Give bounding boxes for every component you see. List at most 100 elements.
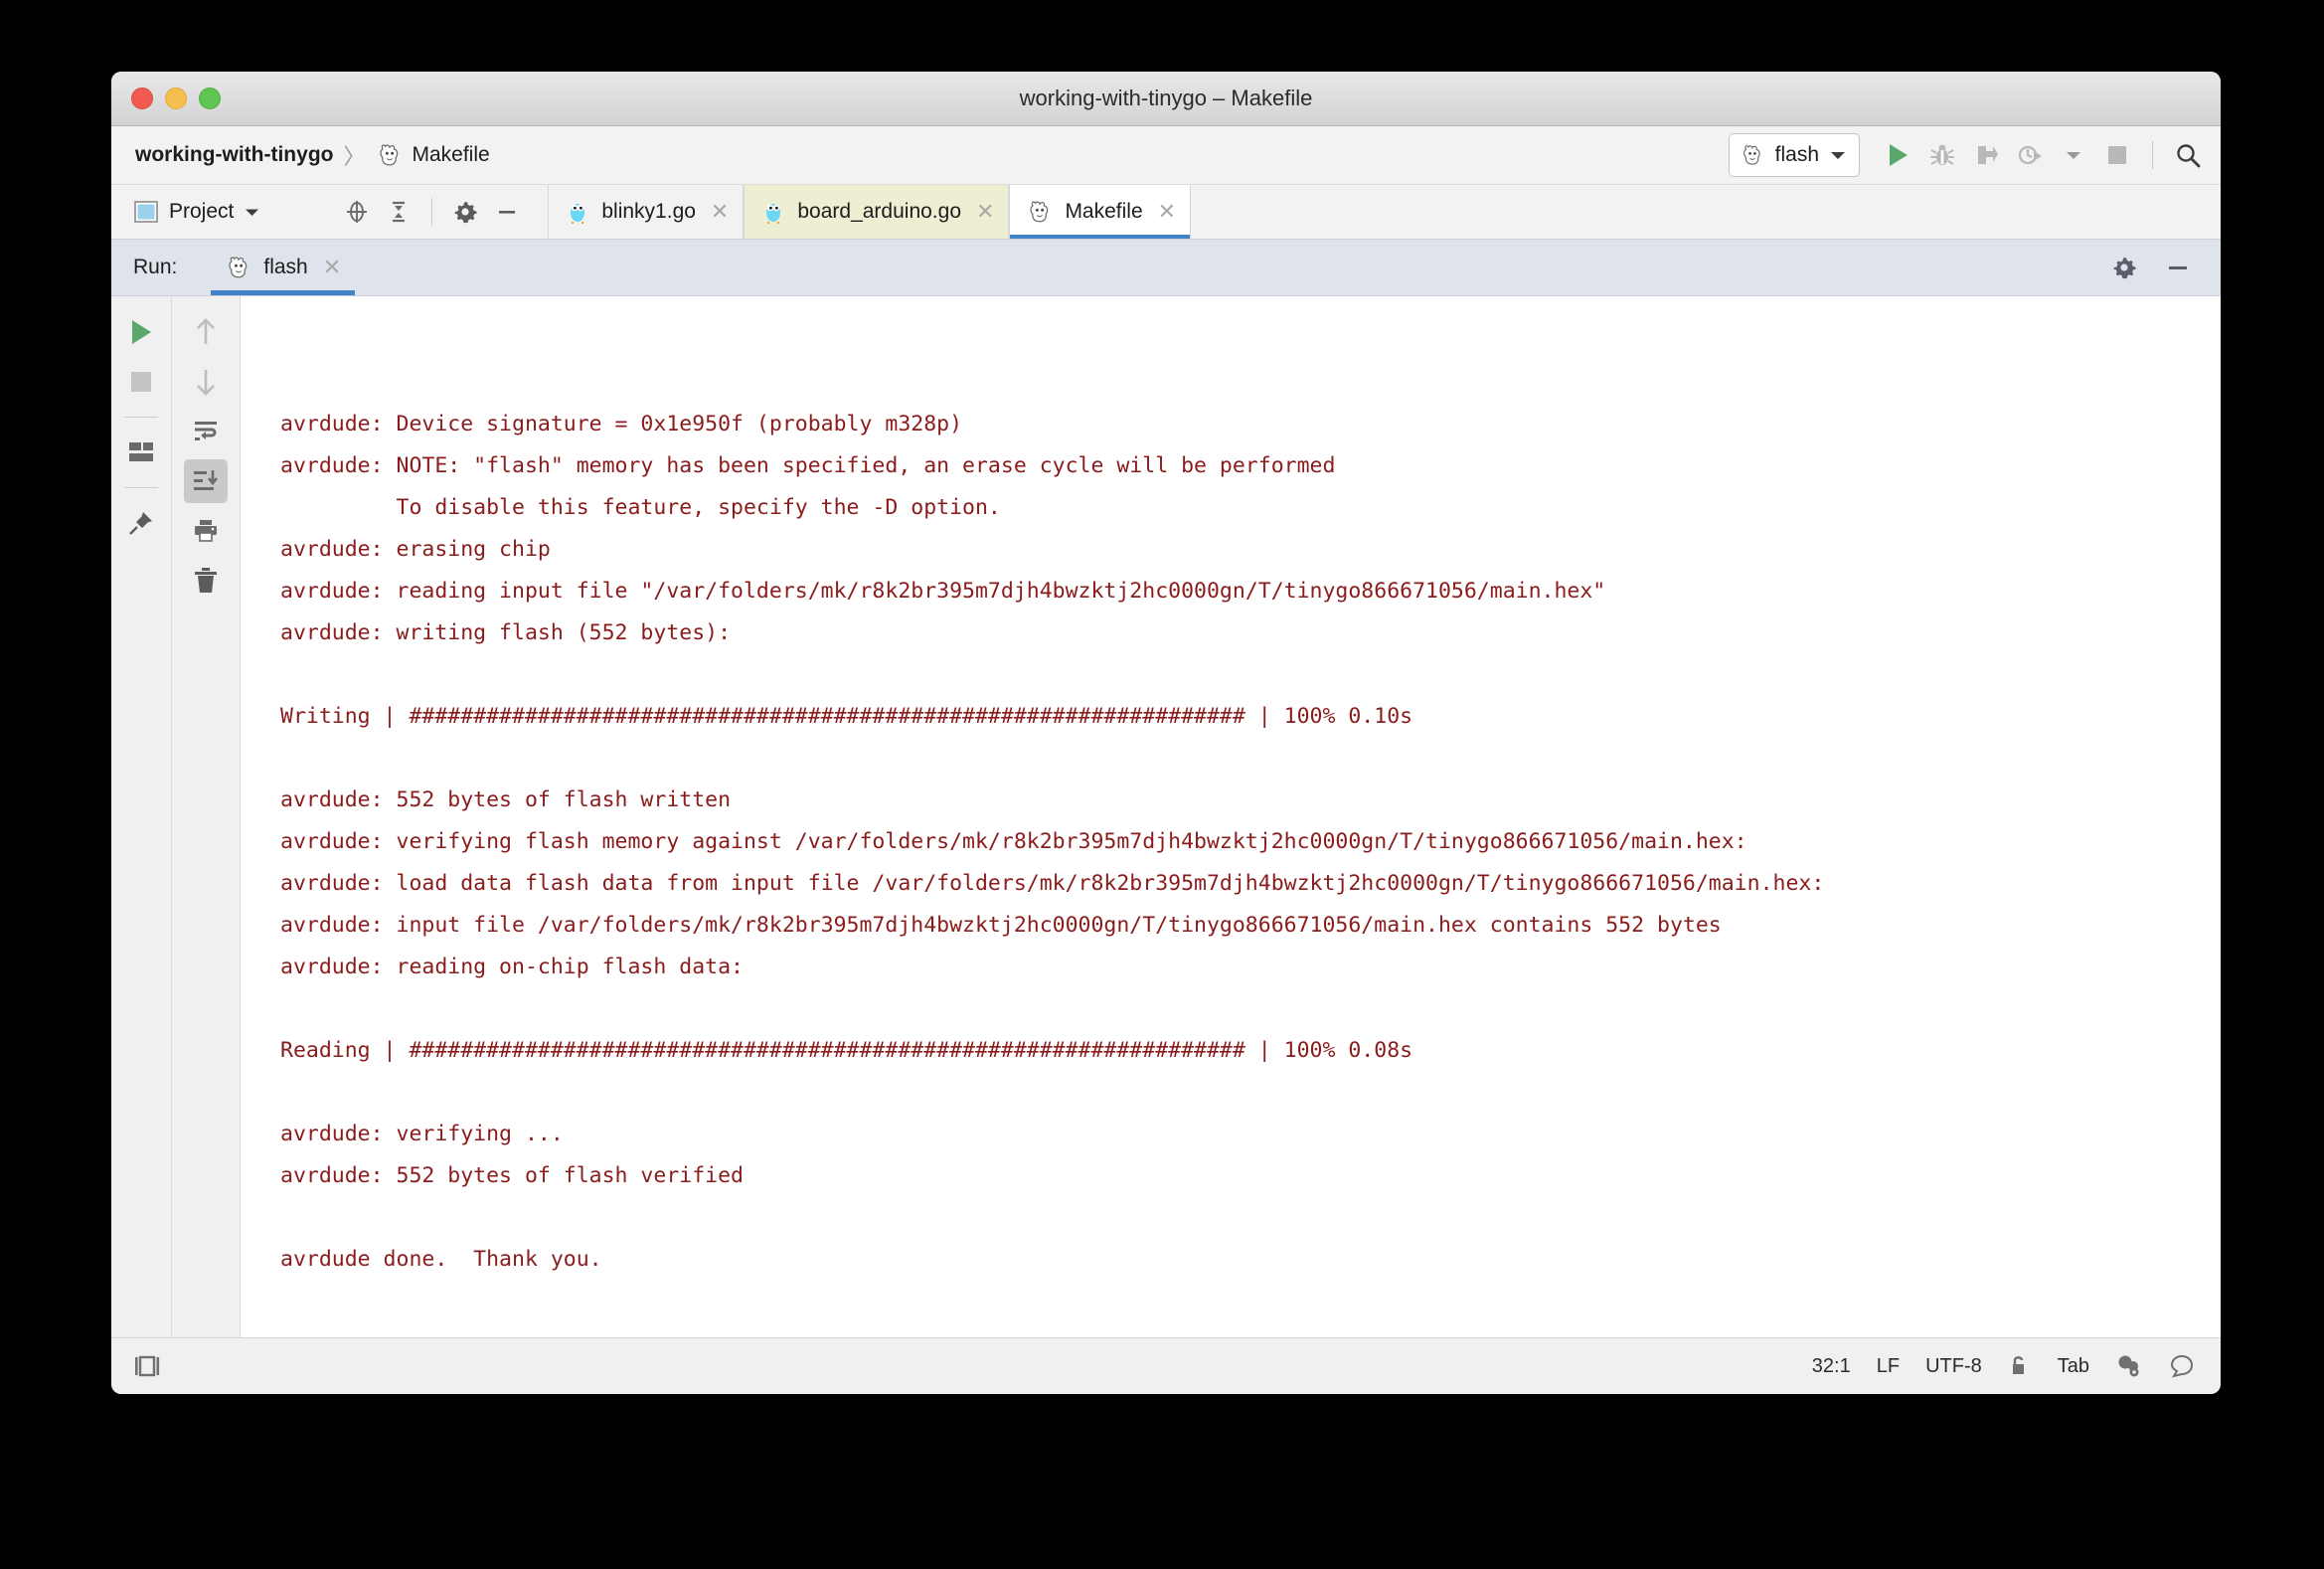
project-toolbar	[278, 185, 526, 239]
pin-tab-button[interactable]	[119, 501, 163, 545]
console-line: avrdude: Device signature = 0x1e950f (pr…	[280, 412, 963, 436]
file-tab-label: blinky1.go	[601, 200, 696, 223]
console-line: Writing | ##############################…	[280, 704, 1413, 729]
console-line: avrdude: verifying flash memory against …	[280, 829, 1747, 854]
play-icon	[1887, 142, 1910, 168]
layout-button[interactable]	[119, 431, 163, 474]
search-everywhere-button[interactable]	[2169, 136, 2207, 174]
traffic-lights	[131, 87, 221, 109]
run-settings-button[interactable]	[2105, 249, 2143, 286]
gnu-icon	[1026, 198, 1054, 226]
hide-panel-icon	[2165, 255, 2191, 280]
project-tool-window-button[interactable]: Project	[111, 185, 278, 239]
chevron-down-icon	[2065, 149, 2082, 161]
inspections-icon[interactable]	[2169, 1353, 2195, 1379]
unlocked-icon[interactable]	[2008, 1353, 2032, 1379]
scroll-to-end-button[interactable]	[184, 459, 228, 503]
close-icon[interactable]: ✕	[976, 201, 994, 223]
hide-project-button[interactable]	[488, 193, 526, 231]
file-tabs: blinky1.go ✕ board_arduino.go ✕ Makefile…	[548, 185, 1192, 239]
file-tab-blinky1-go[interactable]: blinky1.go ✕	[548, 185, 745, 239]
console-lines: avrdude: Device signature = 0x1e950f (pr…	[280, 404, 2221, 1337]
file-tab-makefile[interactable]: Makefile ✕	[1009, 185, 1192, 239]
clear-all-button[interactable]	[184, 559, 228, 603]
file-encoding[interactable]: UTF-8	[1925, 1355, 1982, 1378]
profile-button[interactable]	[2011, 136, 2049, 174]
console-line: avrdude: writing flash (552 bytes):	[280, 620, 732, 645]
status-bar-right: 32:1 LF UTF-8 Tab	[1812, 1353, 2195, 1379]
trash-icon	[193, 567, 219, 595]
toolbar-divider	[2152, 141, 2153, 169]
stop-button[interactable]	[2098, 136, 2136, 174]
close-icon[interactable]: ✕	[711, 201, 729, 223]
run-button[interactable]	[1880, 136, 1917, 174]
toggle-tool-windows-button[interactable]	[133, 1353, 161, 1379]
stop-square-icon	[2105, 143, 2129, 167]
rerun-button[interactable]	[119, 310, 163, 354]
collapse-all-button[interactable]	[380, 193, 417, 231]
locate-button[interactable]	[338, 193, 376, 231]
project-toolbar-divider	[431, 198, 433, 226]
title-bar: working-with-tinygo – Makefile	[111, 72, 2221, 126]
line-separator[interactable]: LF	[1877, 1355, 1900, 1378]
console-line: avrdude: NOTE: "flash" memory has been s…	[280, 453, 1336, 478]
console-line: avrdude done. Thank you.	[280, 1247, 602, 1272]
console-line: avrdude: reading on-chip flash data:	[280, 955, 744, 979]
print-button[interactable]	[184, 509, 228, 553]
up-button[interactable]	[184, 310, 228, 354]
navigation-bar: working-with-tinygo 〉 Makefile flash	[111, 126, 2221, 185]
caret-position[interactable]: 32:1	[1812, 1355, 1851, 1378]
zoom-button[interactable]	[199, 87, 221, 109]
debug-button[interactable]	[1923, 136, 1961, 174]
go-gopher-icon	[760, 199, 786, 225]
file-tab-label: Makefile	[1065, 200, 1143, 223]
down-button[interactable]	[184, 360, 228, 404]
run-tool-window-header: Run: flash ✕	[111, 240, 2221, 296]
toolbar-divider	[124, 487, 158, 488]
arrow-up-icon	[193, 317, 219, 347]
collapse-all-icon	[386, 199, 412, 225]
breadcrumb-project[interactable]: working-with-tinygo	[135, 143, 333, 167]
locate-icon	[344, 199, 370, 225]
project-window-icon	[133, 199, 159, 225]
run-panel-label: Run:	[133, 256, 178, 278]
console-line: avrdude: verifying ...	[280, 1122, 564, 1146]
gnu-icon	[225, 254, 252, 281]
console-line: avrdude: reading input file "/var/folder…	[280, 579, 1606, 604]
hide-run-panel-button[interactable]	[2159, 249, 2197, 286]
close-icon[interactable]: ✕	[1158, 201, 1176, 223]
profile-dropdown-button[interactable]	[2055, 136, 2092, 174]
run-tab-label: flash	[263, 256, 308, 278]
soft-wrap-icon	[192, 419, 220, 444]
breadcrumb-file[interactable]: Makefile	[413, 143, 490, 167]
gnu-icon	[1740, 142, 1765, 168]
close-icon[interactable]: ✕	[323, 257, 341, 278]
go-gopher-icon	[565, 199, 590, 225]
close-button[interactable]	[131, 87, 153, 109]
stop-process-button[interactable]	[119, 360, 163, 404]
run-header-actions	[2105, 240, 2221, 295]
soft-wrap-button[interactable]	[184, 410, 228, 453]
layout-icon	[128, 441, 154, 463]
project-settings-button[interactable]	[446, 193, 484, 231]
printer-icon	[192, 518, 220, 544]
navbar-actions: flash	[1728, 133, 2207, 177]
file-tab-board-arduino-go[interactable]: board_arduino.go ✕	[744, 185, 1010, 239]
run-tab-flash[interactable]: flash ✕	[211, 240, 355, 295]
toolbar-divider	[124, 417, 158, 418]
minimize-button[interactable]	[165, 87, 187, 109]
editor-tab-bar: Project blinky1.go ✕ board_arduino.go ✕ …	[111, 185, 2221, 240]
coverage-icon	[1973, 142, 1999, 168]
run-configuration-selector[interactable]: flash	[1728, 133, 1860, 177]
gear-icon	[452, 199, 478, 225]
run-configuration-label: flash	[1774, 143, 1819, 166]
run-with-coverage-button[interactable]	[1967, 136, 2005, 174]
indent-setting[interactable]: Tab	[2058, 1355, 2089, 1378]
event-log-icon[interactable]	[2115, 1353, 2143, 1379]
project-label: Project	[169, 200, 235, 223]
console-output[interactable]: avrdude: Device signature = 0x1e950f (pr…	[241, 296, 2221, 1337]
